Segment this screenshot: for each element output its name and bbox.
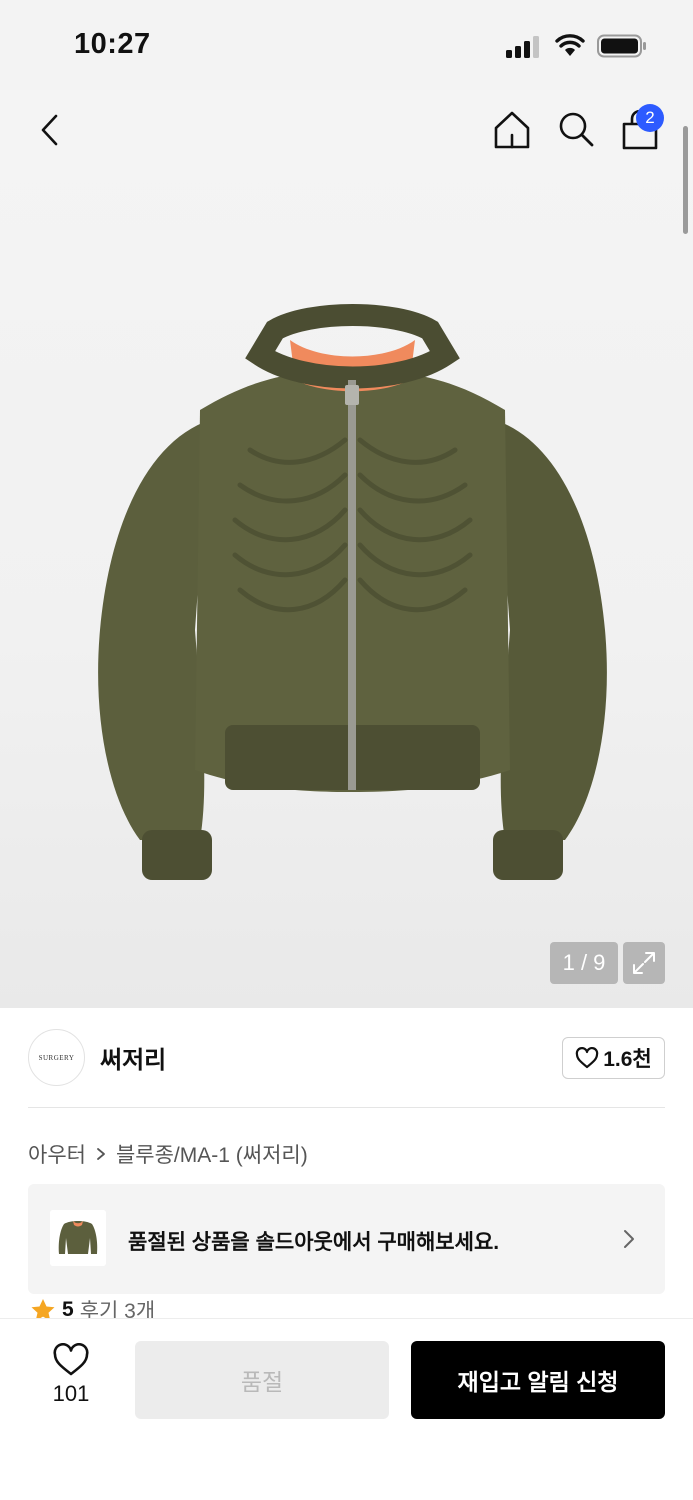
- expand-button[interactable]: [623, 942, 665, 984]
- heart-icon: [53, 1343, 89, 1376]
- wifi-icon: [555, 34, 585, 56]
- divider: [28, 1107, 665, 1108]
- soldout-button: 품절: [135, 1341, 389, 1419]
- banner-thumbnail: [50, 1210, 106, 1266]
- brand-logo[interactable]: SURGERY: [28, 1029, 85, 1086]
- back-icon[interactable]: [30, 110, 70, 150]
- breadcrumb: 아우터 블루종/MA-1 (써저리): [28, 1139, 308, 1169]
- chevron-right-icon: [624, 1230, 634, 1248]
- product-image: [98, 304, 607, 880]
- soldout-banner-text: 품절된 상품을 솔드아웃에서 구매해보세요.: [128, 1231, 500, 1254]
- brand-name[interactable]: 써저리: [100, 1040, 166, 1075]
- scrollbar[interactable]: [683, 126, 688, 234]
- brand-logo-text: SURGERY: [38, 1053, 75, 1062]
- brand-like-button[interactable]: 1.6천: [562, 1037, 665, 1079]
- breadcrumb-category[interactable]: 아우터: [28, 1139, 86, 1169]
- soldout-banner[interactable]: 품절된 상품을 솔드아웃에서 구매해보세요.: [28, 1184, 665, 1294]
- wishlist-button[interactable]: 101: [40, 1343, 102, 1407]
- signal-icon: [506, 36, 539, 58]
- restock-alert-button[interactable]: 재입고 알림 신청: [411, 1341, 665, 1419]
- status-time: 10:27: [74, 28, 151, 60]
- image-counter: 1 / 9: [550, 942, 618, 984]
- wishlist-count: 101: [52, 1381, 90, 1406]
- search-icon[interactable]: [555, 108, 597, 150]
- product-gallery[interactable]: 2 1 / 9: [0, 90, 693, 1008]
- home-icon[interactable]: [490, 108, 534, 152]
- cart-count-badge: 2: [636, 104, 664, 132]
- status-bar: 10:27: [0, 0, 693, 90]
- breadcrumb-subcategory[interactable]: 블루종/MA-1 (써저리): [116, 1139, 308, 1169]
- expand-icon: [633, 952, 655, 974]
- heart-icon: [576, 1047, 599, 1069]
- chevron-right-icon: [97, 1148, 105, 1160]
- battery-icon: [597, 34, 646, 58]
- brand-like-count: 1.6천: [603, 1048, 652, 1071]
- bottom-action-bar: 101 품절 재입고 알림 신청: [0, 1318, 693, 1500]
